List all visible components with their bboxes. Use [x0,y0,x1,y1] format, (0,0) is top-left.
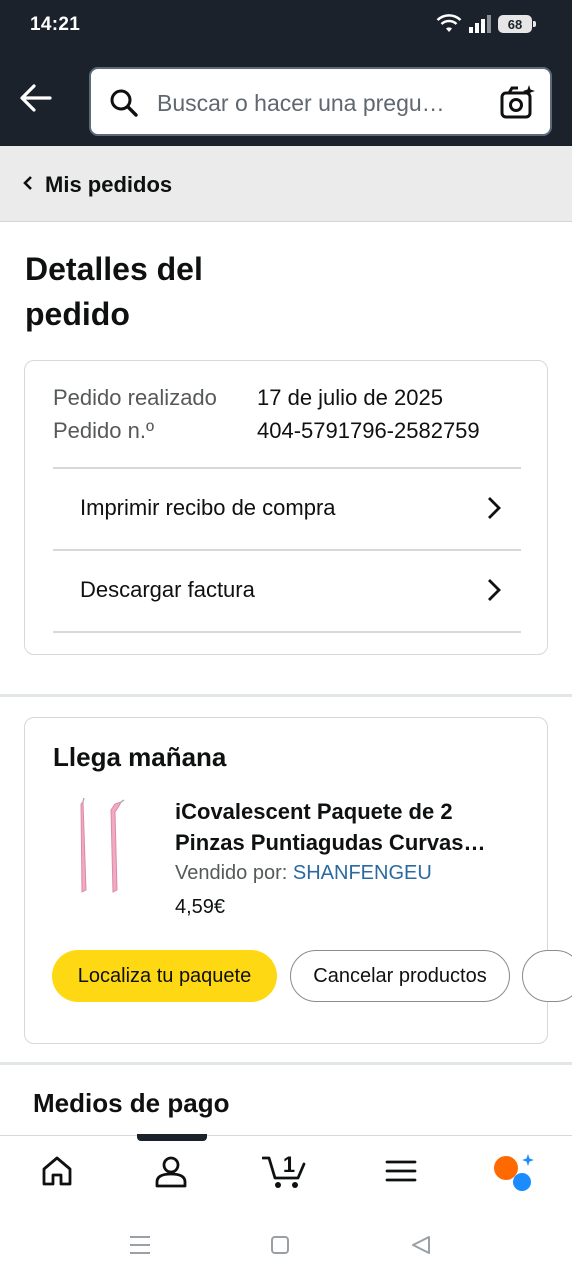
cancel-items-button[interactable]: Cancelar productos [290,950,510,1002]
seller-link[interactable]: SHANFENGEU [293,862,432,884]
recent-apps-icon[interactable] [129,1235,151,1255]
print-receipt-link[interactable]: Imprimir recibo de compra [53,468,521,548]
download-invoice-label: Descargar factura [80,577,255,602]
product-thumbnail[interactable] [71,796,131,896]
camera-search-icon[interactable] [500,84,536,120]
active-tab-indicator [137,1134,207,1141]
rufus-assistant-icon[interactable] [493,1154,535,1192]
search-placeholder: Buscar o hacer una pregu… [157,90,445,116]
page-title: Detalles del pedido [25,251,203,332]
track-package-button[interactable]: Localiza tu paquete [52,950,277,1002]
order-number-label: Pedido n.º [53,418,154,443]
more-actions-button[interactable] [522,950,572,1002]
breadcrumb[interactable]: Mis pedidos [0,146,572,222]
header: Buscar o hacer una pregu… [0,50,572,146]
account-icon[interactable] [154,1154,188,1188]
order-summary-card: Pedido realizado 17 de julio de 2025 Ped… [24,360,548,655]
section-separator [0,1062,572,1065]
download-invoice-link[interactable]: Descargar factura [53,550,521,630]
order-number-value: 404-5791796-2582759 [257,418,480,443]
divider [53,631,521,633]
chevron-right-icon [488,497,501,519]
print-receipt-label: Imprimir recibo de compra [80,495,336,520]
search-icon [110,89,138,117]
status-bar: 14:21 68 [0,0,572,50]
status-icons: 68 [436,14,536,34]
sold-by: Vendido por: SHANFENGEU [175,862,432,885]
menu-icon[interactable] [384,1154,418,1188]
status-time: 14:21 [30,14,81,35]
chevron-right-icon [488,579,501,601]
battery-level: 68 [507,16,523,32]
home-icon[interactable] [40,1154,74,1188]
section-separator [0,694,572,697]
sold-by-label: Vendido por: [175,862,288,884]
search-input[interactable]: Buscar o hacer una pregu… [89,67,552,136]
cart-count: 1 [283,1152,295,1177]
back-button-icon[interactable] [411,1235,431,1255]
system-navigation-bar [0,1211,572,1280]
payment-methods-heading: Medios de pago [33,1088,230,1118]
chevron-left-icon [23,176,32,190]
battery-icon: 68 [498,15,536,33]
order-date-label: Pedido realizado [53,385,217,410]
signal-icon [469,15,491,33]
cart-icon[interactable]: 1 [262,1150,308,1190]
home-button-icon[interactable] [270,1235,290,1255]
delivery-heading: Llega mañana [53,742,227,772]
product-title[interactable]: iCovalescent Paquete de 2 Pinzas Puntiag… [175,796,520,858]
bottom-nav: 1 [0,1134,572,1211]
delivery-card: Llega mañana iCovalescent Paquete de 2 P… [24,717,572,1044]
order-date-value: 17 de julio de 2025 [257,385,443,410]
breadcrumb-my-orders[interactable]: Mis pedidos [45,172,172,198]
back-arrow-icon[interactable] [18,82,54,114]
product-price: 4,59€ [175,896,226,918]
wifi-icon [436,14,462,32]
